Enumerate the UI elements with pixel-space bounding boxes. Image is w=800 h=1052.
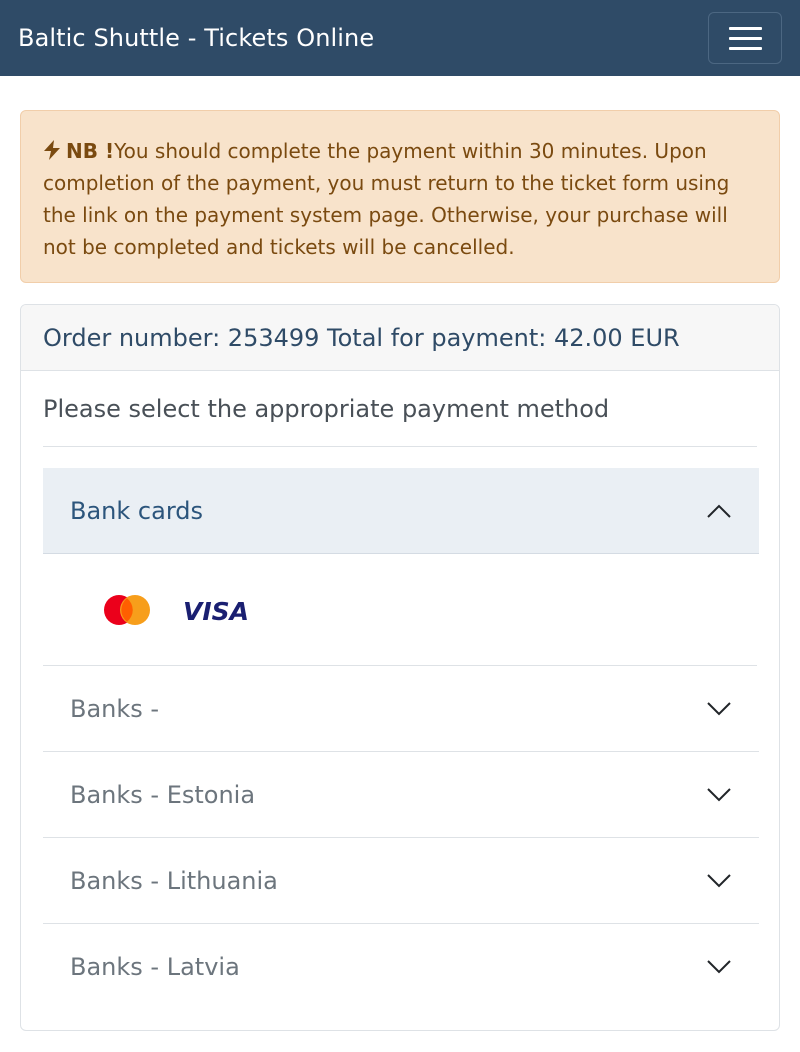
hamburger-menu-icon <box>728 26 762 30</box>
navbar: Baltic Shuttle - Tickets Online <box>0 0 800 76</box>
accordion-item-banks[interactable]: Banks - <box>43 666 759 752</box>
payment-card: Order number: 253499 Total for payment: … <box>20 304 780 1031</box>
bolt-icon <box>44 140 60 160</box>
chevron-up-icon <box>707 504 731 518</box>
payment-method-prompt: Please select the appropriate payment me… <box>43 371 757 447</box>
accordion-item-banks-latvia[interactable]: Banks - Latvia <box>43 924 759 1010</box>
svg-text:VISA: VISA <box>183 598 249 622</box>
mastercard-logo[interactable] <box>102 594 152 626</box>
navbar-brand[interactable]: Baltic Shuttle - Tickets Online <box>18 24 374 52</box>
chevron-down-icon <box>707 873 731 887</box>
accordion-item-label: Bank cards <box>70 496 203 525</box>
visa-logo[interactable]: VISA <box>183 598 251 622</box>
accordion-item-label: Banks - Lithuania <box>70 866 278 895</box>
alert-label: NB ! <box>66 139 115 163</box>
payment-warning-alert: NB !You should complete the payment with… <box>20 110 780 283</box>
accordion-item-bank-cards[interactable]: Bank cards <box>43 468 759 554</box>
chevron-down-icon <box>707 960 731 974</box>
chevron-down-icon <box>707 787 731 801</box>
payment-method-accordion: Bank cards VISA Banks - Banks - Estonia … <box>43 468 759 1010</box>
bank-cards-panel: VISA <box>43 554 757 666</box>
accordion-item-banks-estonia[interactable]: Banks - Estonia <box>43 752 759 838</box>
accordion-item-label: Banks - Latvia <box>70 953 240 981</box>
order-summary: Order number: 253499 Total for payment: … <box>21 305 779 371</box>
accordion-item-banks-lithuania[interactable]: Banks - Lithuania <box>43 838 759 924</box>
menu-toggle-button[interactable] <box>708 12 782 64</box>
accordion-item-label: Banks - <box>70 694 160 723</box>
alert-text: You should complete the payment within 3… <box>43 139 730 259</box>
accordion-item-label: Banks - Estonia <box>70 780 256 809</box>
chevron-down-icon <box>707 701 731 715</box>
